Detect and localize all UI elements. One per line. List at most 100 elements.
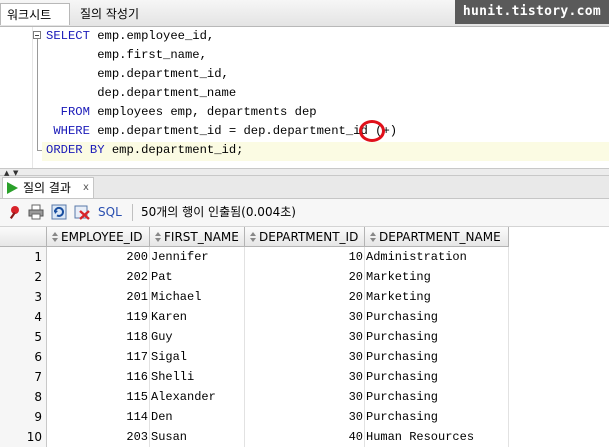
- sql-text: emp.first_name,: [46, 48, 207, 62]
- code-line[interactable]: SELECT emp.employee_id,: [46, 27, 214, 46]
- cell-department-id[interactable]: 30: [245, 307, 365, 327]
- row-number[interactable]: 4: [0, 307, 47, 327]
- tab-query-builder[interactable]: 질의 작성기: [74, 3, 166, 25]
- row-number[interactable]: 5: [0, 327, 47, 347]
- sql-text: dep.department_name: [46, 86, 237, 100]
- fold-guide: [37, 39, 38, 151]
- cell-department-name[interactable]: Purchasing: [365, 347, 509, 367]
- cell-department-name[interactable]: Purchasing: [365, 367, 509, 387]
- sql-text: emp.department_id,: [46, 67, 229, 81]
- results-toolbar: SQL 50개의 행이 인출됨(0.004초): [0, 199, 609, 227]
- pane-splitter[interactable]: ▲ ▼: [0, 168, 609, 177]
- cell-employee-id[interactable]: 203: [47, 427, 150, 447]
- cell-department-id[interactable]: 20: [245, 287, 365, 307]
- cell-department-id[interactable]: 10: [245, 247, 365, 267]
- sort-icon: [52, 232, 58, 242]
- code-line[interactable]: ORDER BY emp.department_id;: [46, 141, 243, 160]
- fold-toggle-icon[interactable]: [33, 31, 41, 39]
- table-row[interactable]: 6 117 Sigal 30 Purchasing: [0, 347, 609, 367]
- cell-first-name[interactable]: Sigal: [150, 347, 245, 367]
- table-row[interactable]: 4 119 Karen 30 Purchasing: [0, 307, 609, 327]
- column-header-first-name[interactable]: FIRST_NAME: [150, 227, 245, 247]
- table-row[interactable]: 7 116 Shelli 30 Purchasing: [0, 367, 609, 387]
- cell-department-name[interactable]: Purchasing: [365, 387, 509, 407]
- sql-editor[interactable]: SELECT emp.employee_id, emp.first_name, …: [0, 27, 609, 168]
- sql-link[interactable]: SQL: [98, 199, 122, 226]
- row-number[interactable]: 10: [0, 427, 47, 447]
- cell-employee-id[interactable]: 118: [47, 327, 150, 347]
- delete-icon[interactable]: [74, 204, 90, 220]
- cell-department-name[interactable]: Purchasing: [365, 327, 509, 347]
- table-row[interactable]: 1 200 Jennifer 10 Administration: [0, 247, 609, 267]
- cell-department-id[interactable]: 30: [245, 347, 365, 367]
- cell-employee-id[interactable]: 200: [47, 247, 150, 267]
- column-header-department-name[interactable]: DEPARTMENT_NAME: [365, 227, 509, 247]
- sql-keyword: FROM: [46, 105, 90, 119]
- cell-employee-id[interactable]: 119: [47, 307, 150, 327]
- code-line[interactable]: dep.department_name: [46, 84, 236, 103]
- worksheet-tabbar: 워크시트 질의 작성기 hunit.tistory.com: [0, 0, 609, 27]
- table-row[interactable]: 8 115 Alexander 30 Purchasing: [0, 387, 609, 407]
- cell-employee-id[interactable]: 202: [47, 267, 150, 287]
- results-tabbar: 질의 결과 x: [0, 176, 609, 199]
- cell-department-id[interactable]: 30: [245, 407, 365, 427]
- cell-department-id[interactable]: 40: [245, 427, 365, 447]
- table-row[interactable]: 9 114 Den 30 Purchasing: [0, 407, 609, 427]
- editor-gutter: [0, 27, 33, 168]
- cell-employee-id[interactable]: 117: [47, 347, 150, 367]
- column-header-employee-id[interactable]: EMPLOYEE_ID: [47, 227, 150, 247]
- cell-department-id[interactable]: 30: [245, 327, 365, 347]
- cell-employee-id[interactable]: 116: [47, 367, 150, 387]
- cell-employee-id[interactable]: 115: [47, 387, 150, 407]
- table-row[interactable]: 3 201 Michael 20 Marketing: [0, 287, 609, 307]
- cell-department-id[interactable]: 30: [245, 387, 365, 407]
- table-row[interactable]: 5 118 Guy 30 Purchasing: [0, 327, 609, 347]
- cell-employee-id[interactable]: 201: [47, 287, 150, 307]
- row-number[interactable]: 6: [0, 347, 47, 367]
- close-tab-icon[interactable]: x: [83, 178, 89, 198]
- sql-text: employees emp, departments dep: [89, 105, 317, 119]
- row-number[interactable]: 1: [0, 247, 47, 267]
- refresh-icon[interactable]: [51, 204, 67, 220]
- row-number-header: [0, 227, 47, 247]
- code-line[interactable]: emp.first_name,: [46, 46, 207, 65]
- cell-department-id[interactable]: 20: [245, 267, 365, 287]
- print-icon[interactable]: [28, 204, 44, 220]
- code-line[interactable]: emp.department_id,: [46, 65, 229, 84]
- cell-first-name[interactable]: Pat: [150, 267, 245, 287]
- cell-first-name[interactable]: Jennifer: [150, 247, 245, 267]
- row-number[interactable]: 7: [0, 367, 47, 387]
- cell-first-name[interactable]: Michael: [150, 287, 245, 307]
- cell-department-id[interactable]: 30: [245, 367, 365, 387]
- tab-worksheet[interactable]: 워크시트: [0, 3, 70, 25]
- cell-first-name[interactable]: Susan: [150, 427, 245, 447]
- cell-department-name[interactable]: Marketing: [365, 267, 509, 287]
- code-line[interactable]: FROM employees emp, departments dep: [46, 103, 317, 122]
- pin-icon[interactable]: [6, 204, 22, 220]
- column-header-department-id[interactable]: DEPARTMENT_ID: [245, 227, 365, 247]
- cell-first-name[interactable]: Guy: [150, 327, 245, 347]
- table-row[interactable]: 10 203 Susan 40 Human Resources: [0, 427, 609, 447]
- cell-first-name[interactable]: Den: [150, 407, 245, 427]
- sql-text: emp.employee_id,: [89, 29, 215, 43]
- cell-department-name[interactable]: Human Resources: [365, 427, 509, 447]
- cell-department-name[interactable]: Administration: [365, 247, 509, 267]
- result-grid[interactable]: EMPLOYEE_ID FIRST_NAME DEPARTMENT_ID DEP…: [0, 227, 609, 448]
- sql-keyword: ORDER BY: [46, 143, 105, 157]
- cell-department-name[interactable]: Purchasing: [365, 307, 509, 327]
- sql-text: emp.department_id = dep.department_id (+…: [89, 124, 398, 138]
- cell-first-name[interactable]: Shelli: [150, 367, 245, 387]
- cell-first-name[interactable]: Alexander: [150, 387, 245, 407]
- cell-first-name[interactable]: Karen: [150, 307, 245, 327]
- cell-employee-id[interactable]: 114: [47, 407, 150, 427]
- code-line[interactable]: WHERE emp.department_id = dep.department…: [46, 122, 397, 141]
- tab-query-result[interactable]: 질의 결과 x: [2, 177, 94, 198]
- table-row[interactable]: 2 202 Pat 20 Marketing: [0, 267, 609, 287]
- sort-icon: [155, 232, 161, 242]
- row-number[interactable]: 3: [0, 287, 47, 307]
- row-number[interactable]: 9: [0, 407, 47, 427]
- row-number[interactable]: 8: [0, 387, 47, 407]
- row-number[interactable]: 2: [0, 267, 47, 287]
- cell-department-name[interactable]: Marketing: [365, 287, 509, 307]
- cell-department-name[interactable]: Purchasing: [365, 407, 509, 427]
